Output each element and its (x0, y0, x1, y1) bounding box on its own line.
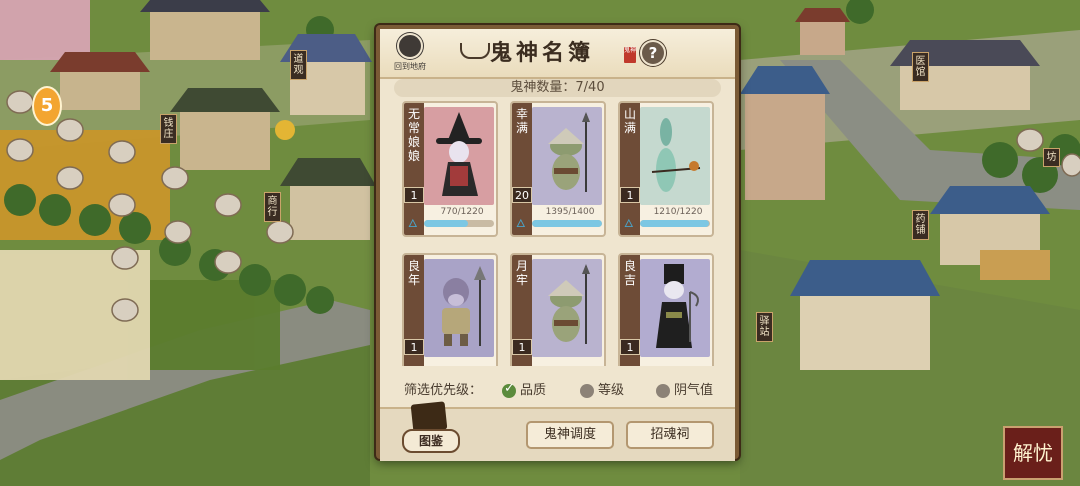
filter-option-yin-energy[interactable]: 阴气值 (656, 379, 713, 398)
soul-flame-icon: 🜂 (624, 217, 634, 230)
street-sign: 商行 (264, 192, 281, 222)
ghost-count-label: 鬼神数量： (510, 80, 576, 95)
ghost-name: 良吉 (623, 259, 636, 287)
street-sign: 药铺 (912, 210, 929, 240)
ghost-portrait (424, 107, 494, 205)
ghost-portrait (532, 259, 602, 357)
tujian-button[interactable]: 图鉴 (402, 401, 460, 453)
filter-label: 筛选优先级： (404, 383, 483, 398)
ghost-count: 鬼神数量：7/40 (394, 79, 721, 97)
ghost-level-badge: 1 (512, 339, 532, 355)
radio-unchecked-icon (656, 383, 670, 398)
ghost-card[interactable]: 月牢 1 (510, 253, 606, 366)
panel-footer: 图鉴 鬼神调度 招魂祠 (380, 401, 735, 461)
ghost-level-badge: 20 (512, 187, 532, 203)
seal-stamp: 鬼神 (624, 47, 636, 63)
yin-energy-row: 770/1220 🜂 (406, 207, 494, 233)
ghost-portrait (424, 259, 494, 357)
ghost-soldier-icon (536, 110, 598, 202)
summon-hall-button[interactable]: 招魂祠 (626, 421, 714, 449)
back-label: 回到地府 (394, 62, 426, 71)
street-sign: 医馆 (912, 52, 929, 82)
yin-energy-row: 1395/1400 🜂 (514, 207, 602, 233)
return-icon (397, 33, 423, 59)
witch-icon (428, 110, 490, 202)
ghost-level-badge: 1 (620, 187, 640, 203)
street-sign: 坊 (1043, 148, 1060, 167)
ghost-name: 幸满 (515, 107, 528, 135)
ghost-portrait (640, 259, 710, 357)
swirl-ornament-icon (460, 43, 490, 59)
filter-option-level[interactable]: 等级 (580, 379, 624, 398)
back-button[interactable]: 回到地府 (388, 33, 432, 73)
dispatch-button[interactable]: 鬼神调度 (526, 421, 614, 449)
yin-energy-row: 1210/1220 🜂 (622, 207, 710, 233)
yin-energy-fill (424, 220, 469, 227)
radio-checked-icon (502, 381, 516, 398)
yin-energy-bar (532, 220, 602, 227)
filter-option-label: 阴气值 (674, 383, 714, 398)
ghost-card[interactable]: 幸满 20 1395/1400 🜂 (510, 101, 606, 237)
ghost-name: 无常娘娘 (407, 107, 420, 163)
yin-energy-fill (640, 220, 710, 227)
page-title: 鬼神名簿 (490, 40, 595, 66)
ghost-portrait (532, 107, 602, 205)
soul-flame-icon: 🜂 (516, 217, 526, 230)
tujian-label: 图鉴 (402, 429, 460, 453)
jieyou-button[interactable]: 解忧 (1003, 426, 1063, 480)
filter-option-label: 品质 (520, 383, 547, 398)
ghost-name: 月牢 (515, 259, 528, 287)
yin-energy-value: 1395/1400 (545, 207, 595, 217)
street-sign: 钱庄 (160, 114, 177, 144)
ghost-name: 良年 (407, 259, 420, 287)
yin-energy-value: 1210/1220 (653, 207, 703, 217)
ghost-card[interactable]: 山满 1 1210/1220 🜂 (618, 101, 714, 237)
filter-priority: 筛选优先级： 品质 等级 阴气值 (380, 376, 735, 400)
ghost-card[interactable]: 良年 1 (402, 253, 498, 366)
ghost-roster-panel: 回到地府 鬼神名簿 鬼神 ? 鬼神数量：7/40 无常娘娘 1 770/1220 🜂 幸… (376, 25, 739, 461)
street-sign: 道观 (290, 50, 307, 80)
ghost-soldier-icon (536, 262, 598, 354)
tall-hat-ghost-icon (644, 262, 706, 354)
yin-energy-fill (532, 220, 602, 227)
street-sign: 驿站 (756, 312, 773, 342)
ghost-count-value: 7/40 (575, 80, 605, 95)
mountain-spirit-icon (644, 110, 706, 202)
ghost-level-badge: 1 (404, 187, 424, 203)
panel-header: 回到地府 鬼神名簿 鬼神 ? (380, 29, 735, 79)
ghost-portrait (640, 107, 710, 205)
ghost-level-badge: 1 (404, 339, 424, 355)
filter-option-label: 等级 (598, 383, 625, 398)
soul-flame-icon: 🜂 (408, 217, 418, 230)
book-icon (410, 401, 448, 433)
filter-option-quality[interactable]: 品质 (502, 379, 546, 398)
radio-unchecked-icon (580, 383, 594, 398)
ghost-name: 山满 (623, 107, 636, 135)
help-button[interactable]: ? (640, 40, 666, 66)
horse-face-icon (428, 262, 490, 354)
yin-energy-bar (424, 220, 494, 227)
yin-energy-bar (640, 220, 710, 227)
side-event-button[interactable]: 5 (32, 86, 62, 126)
ghost-card[interactable]: 无常娘娘 1 770/1220 🜂 (402, 101, 498, 237)
ghost-card-grid[interactable]: 无常娘娘 1 770/1220 🜂 幸满 20 1395/1400 🜂 山满 1 1210/1220… (402, 101, 720, 366)
ghost-card[interactable]: 良吉 1 (618, 253, 714, 366)
yin-energy-value: 770/1220 (440, 207, 484, 217)
ghost-level-badge: 1 (620, 339, 640, 355)
